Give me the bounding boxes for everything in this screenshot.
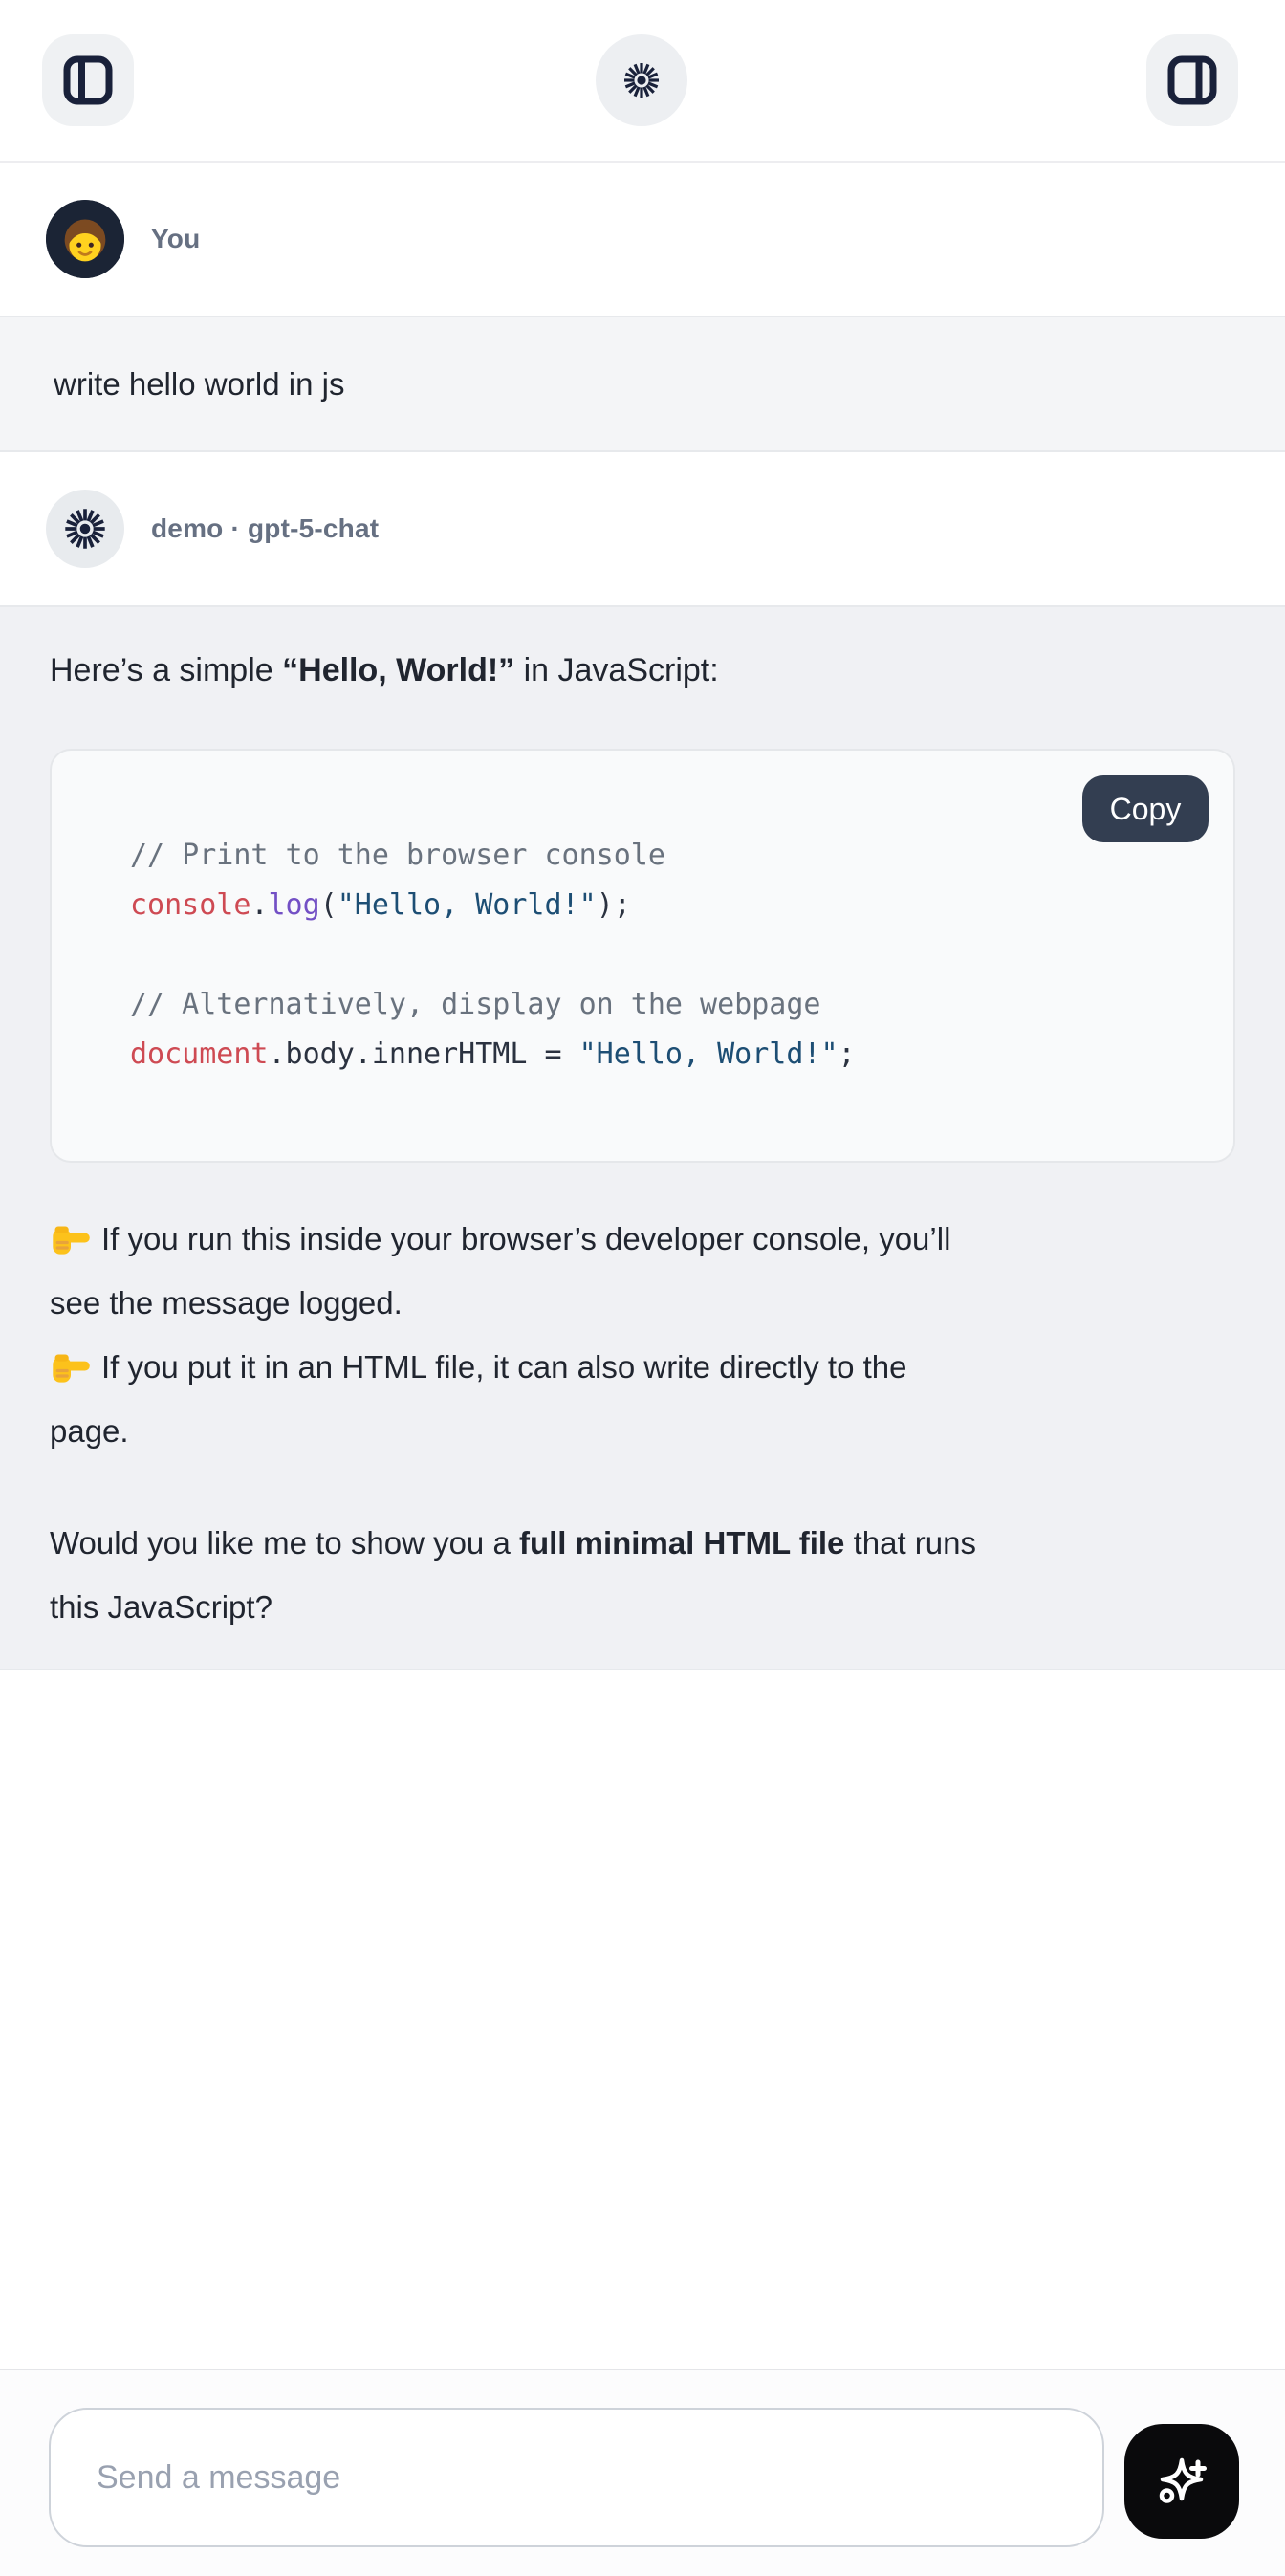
code-line	[130, 930, 1195, 980]
code-content: // Print to the browser console console.l…	[130, 831, 1195, 1080]
text-run: Would you like me to show you a	[50, 1525, 519, 1561]
code-token: // Alternatively, display on the webpage	[130, 988, 820, 1021]
sidebar-toggle-button[interactable]	[42, 34, 134, 126]
send-message-button[interactable]	[1124, 2424, 1239, 2539]
text-run: see the message logged.	[50, 1285, 403, 1321]
code-token: ;	[839, 1037, 856, 1071]
user-sender-label: You	[151, 224, 200, 254]
code-token: console	[130, 888, 250, 922]
chat-empty-area	[0, 1670, 1285, 2369]
text-run: If you run this inside your browser’s de…	[101, 1221, 950, 1256]
panel-left-icon	[62, 55, 114, 106]
text-run: this JavaScript?	[50, 1589, 272, 1625]
assistant-sender-row: demo · gpt-5-chat	[0, 452, 1285, 605]
text-run: page.	[50, 1413, 129, 1449]
code-line: // Alternatively, display on the webpage	[130, 980, 1195, 1030]
code-line: console.log("Hello, World!");	[130, 881, 1195, 930]
text-run: If you put it in an HTML file, it can al…	[101, 1349, 906, 1385]
copy-code-button[interactable]: Copy	[1082, 775, 1209, 842]
code-token: (	[320, 888, 338, 922]
app-logo-button[interactable]	[596, 34, 687, 126]
point-right-emoji-icon	[50, 1344, 92, 1386]
starburst-logo-icon	[622, 61, 661, 99]
panel-right-icon	[1166, 55, 1218, 106]
assistant-paragraph: If you put it in an HTML file, it can al…	[50, 1335, 1274, 1463]
text-run: in JavaScript:	[514, 652, 719, 688]
code-token: // Print to the browser console	[130, 839, 665, 872]
code-token: "Hello, World!"	[338, 888, 597, 922]
message-input[interactable]	[49, 2408, 1104, 2547]
code-token: .body.innerHTML =	[269, 1037, 579, 1071]
code-token: );	[597, 888, 631, 922]
assistant-avatar	[46, 490, 124, 568]
bold-text: “Hello, World!”	[282, 652, 514, 688]
code-token: "Hello, World!"	[579, 1037, 839, 1071]
sparkles-icon	[1151, 2451, 1212, 2512]
text-run: Here’s a simple	[50, 652, 282, 688]
code-line: document.body.innerHTML = "Hello, World!…	[130, 1030, 1195, 1080]
user-message-text: write hello world in js	[54, 366, 344, 403]
text-run: that runs	[844, 1525, 976, 1561]
code-token: .	[250, 888, 268, 922]
assistant-intro-text: Here’s a simple “Hello, World!” in JavaS…	[50, 652, 719, 688]
person-emoji-icon	[46, 200, 124, 278]
composer-bar	[0, 2369, 1285, 2576]
user-message: write hello world in js	[0, 316, 1285, 452]
assistant-paragraph: Would you like me to show you a full min…	[50, 1511, 1274, 1639]
code-token: log	[269, 888, 320, 922]
assistant-sender-label: demo · gpt-5-chat	[151, 513, 379, 544]
code-line: // Print to the browser console	[130, 831, 1195, 881]
starburst-logo-icon	[63, 507, 107, 551]
panel-right-toggle-button[interactable]	[1146, 34, 1238, 126]
assistant-paragraphs: If you run this inside your browser’s de…	[50, 1207, 1274, 1639]
assistant-paragraph: If you run this inside your browser’s de…	[50, 1207, 1274, 1335]
code-block: // Print to the browser console console.l…	[50, 749, 1235, 1163]
user-avatar	[46, 200, 124, 278]
point-right-emoji-icon	[50, 1216, 92, 1258]
user-sender-row: You	[0, 163, 1285, 316]
top-bar	[0, 0, 1285, 163]
code-token: document	[130, 1037, 269, 1071]
assistant-intro: Here’s a simple “Hello, World!” in JavaS…	[50, 639, 1235, 703]
bold-text: full minimal HTML file	[519, 1525, 844, 1561]
assistant-message: Here’s a simple “Hello, World!” in JavaS…	[0, 605, 1285, 1670]
